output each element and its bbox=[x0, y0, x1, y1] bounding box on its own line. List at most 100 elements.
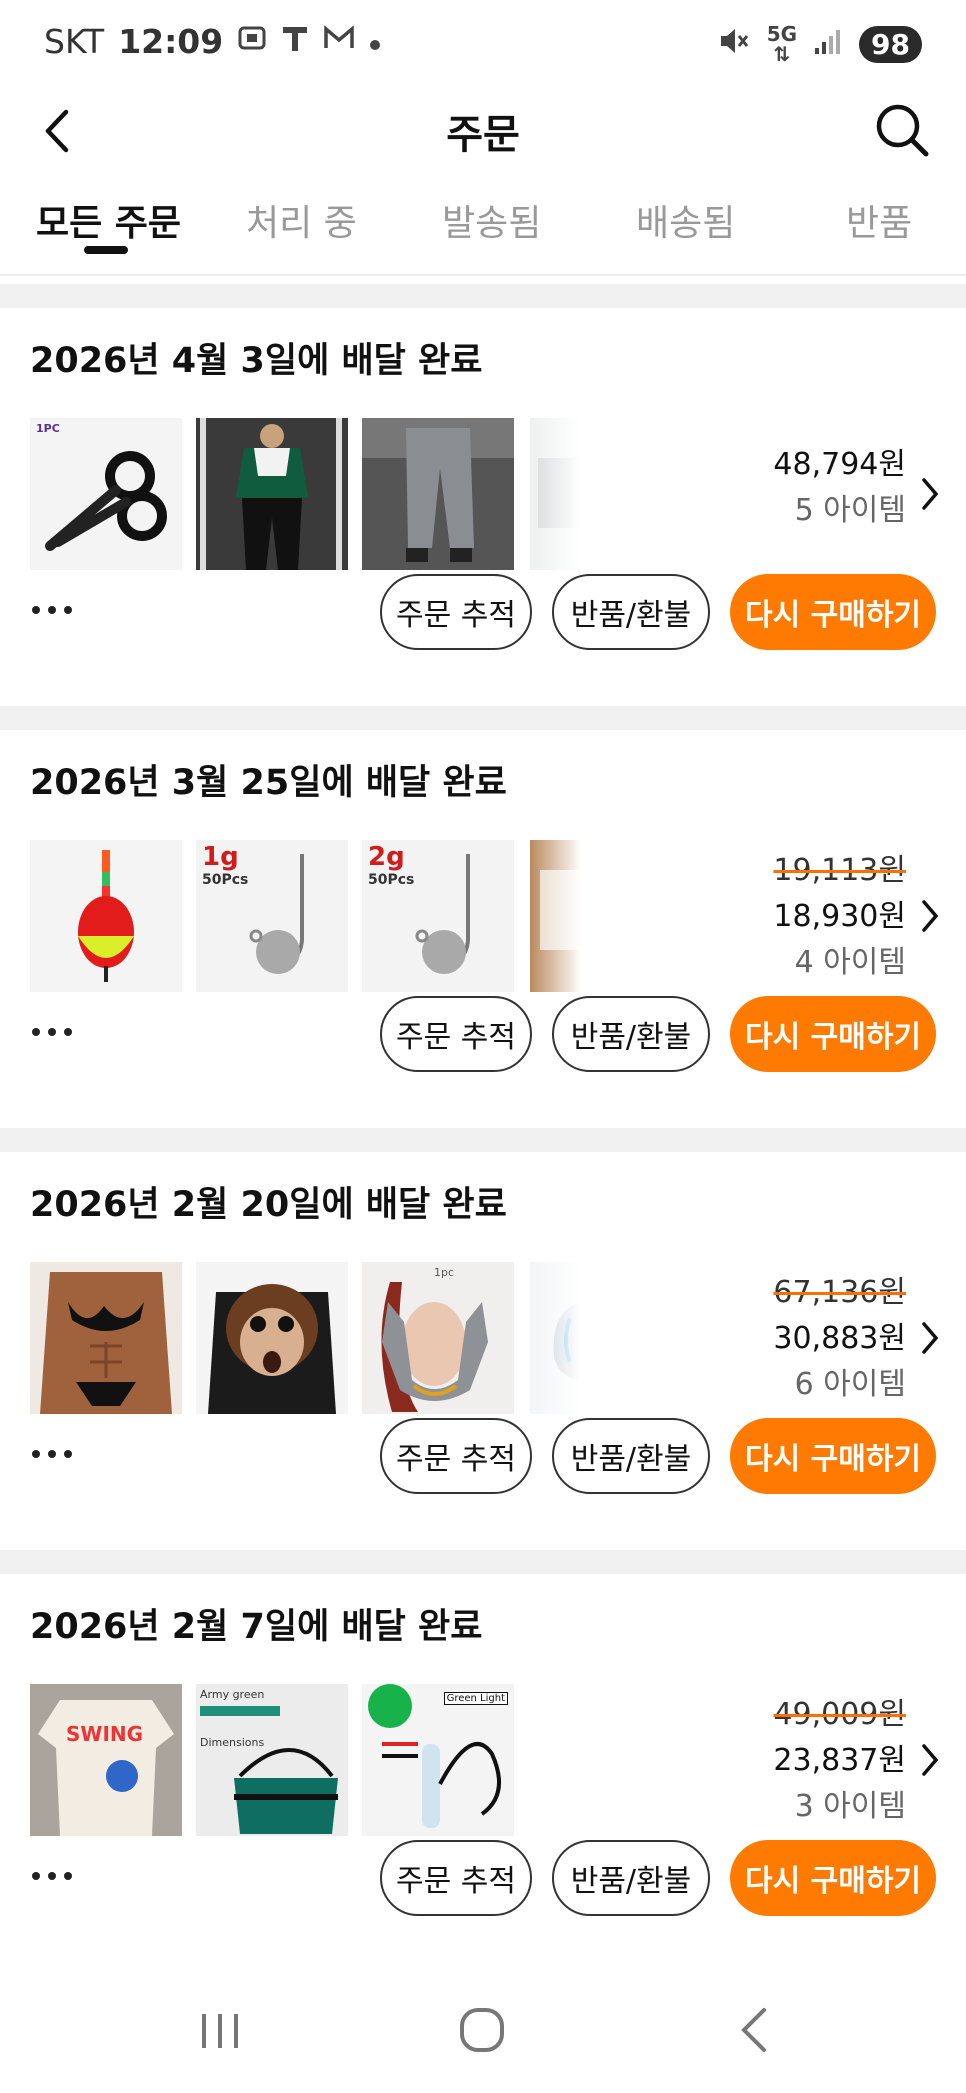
jig-count-label: 50Pcs bbox=[202, 872, 249, 888]
tab-all-orders[interactable]: 모든 주문 bbox=[36, 194, 181, 246]
order-price: 23,837원 bbox=[773, 1743, 906, 1778]
order-delivery-date: 2026년 2월 20일에 배달 완료 bbox=[30, 1185, 507, 1225]
order-delivery-date: 2026년 2월 7일에 배달 완료 bbox=[30, 1607, 483, 1647]
order-card: 2026년 3월 25일에 배달 완료 1g 50Pcs 2g 50Pcs 19… bbox=[0, 730, 966, 1128]
return-refund-button[interactable]: 반품/환불 bbox=[552, 996, 710, 1072]
screenshot-icon bbox=[237, 23, 267, 61]
product-image-tracksuit[interactable] bbox=[196, 418, 348, 570]
bucket-dimensions-label: Dimensions bbox=[200, 1736, 265, 1749]
return-refund-button[interactable]: 반품/환불 bbox=[552, 574, 710, 650]
section-divider bbox=[0, 706, 966, 730]
t-icon bbox=[281, 23, 309, 61]
order-card: 2026년 2월 20일에 배달 완료 1pc 67,136원 30,883원 … bbox=[0, 1152, 966, 1550]
product-image-face-strap[interactable]: 1pc bbox=[362, 1262, 514, 1414]
chevron-right-icon[interactable] bbox=[920, 1742, 940, 1778]
battery-indicator: 98 bbox=[859, 25, 922, 63]
more-options-button[interactable] bbox=[30, 600, 76, 620]
page-title: 주문 bbox=[446, 112, 520, 158]
active-tab-indicator bbox=[84, 246, 128, 254]
product-image-green-light[interactable]: Green Light bbox=[362, 1684, 514, 1836]
chevron-right-icon[interactable] bbox=[920, 1320, 940, 1356]
clock: 12:09 bbox=[118, 22, 224, 61]
original-price: 49,009원 bbox=[773, 1697, 906, 1732]
thumbnail-fade bbox=[530, 418, 590, 570]
section-divider bbox=[0, 1550, 966, 1574]
search-icon bbox=[876, 104, 929, 157]
product-thumbnails[interactable]: 1pc bbox=[30, 1262, 590, 1414]
item-count: 3 아이템 bbox=[794, 1789, 906, 1824]
thumb-caption: 1PC bbox=[36, 422, 60, 435]
product-image-fishing-float[interactable] bbox=[30, 840, 182, 992]
order-delivery-date: 2026년 4월 3일에 배달 완료 bbox=[30, 341, 483, 381]
more-options-button[interactable] bbox=[30, 1444, 76, 1464]
track-order-button[interactable]: 주문 추적 bbox=[380, 1840, 532, 1916]
recent-apps-button[interactable] bbox=[190, 2000, 250, 2060]
order-summary[interactable]: 49,009원 23,837원 3 아이템 bbox=[773, 1692, 906, 1830]
scissors-icon bbox=[45, 451, 167, 551]
more-options-button[interactable] bbox=[30, 1022, 76, 1042]
buy-again-button[interactable]: 다시 구매하기 bbox=[730, 1840, 936, 1916]
order-status-tabs: 모든 주문 처리 중 발송됨 배송됨 반품 bbox=[0, 180, 966, 276]
product-image-grey-pants[interactable] bbox=[362, 418, 514, 570]
face-product-count: 1pc bbox=[434, 1266, 455, 1279]
product-image-monkey-tshirt[interactable] bbox=[196, 1262, 348, 1414]
product-image-swing-tshirt[interactable]: SWING bbox=[30, 1684, 182, 1836]
product-thumbnails[interactable]: SWING Army green Dimensions Green Light bbox=[30, 1684, 590, 1836]
return-refund-button[interactable]: 반품/환불 bbox=[552, 1840, 710, 1916]
chevron-right-icon[interactable] bbox=[920, 476, 940, 512]
item-count: 6 아이템 bbox=[794, 1367, 906, 1402]
order-card: 2026년 2월 7일에 배달 완료 SWING Army green Dime… bbox=[0, 1574, 966, 1972]
order-summary[interactable]: 67,136원 30,883원 6 아이템 bbox=[773, 1270, 906, 1408]
section-divider bbox=[0, 284, 966, 308]
more-options-button[interactable] bbox=[30, 1866, 76, 1886]
jig-weight-label: 1g bbox=[202, 842, 239, 872]
tab-shipped[interactable]: 발송됨 bbox=[442, 194, 541, 246]
bucket-color-label: Army green bbox=[200, 1688, 265, 1701]
track-order-button[interactable]: 주문 추적 bbox=[380, 1418, 532, 1494]
tab-delivered[interactable]: 배송됨 bbox=[636, 194, 735, 246]
buy-again-button[interactable]: 다시 구매하기 bbox=[730, 996, 936, 1072]
network-5g-icon: 5G ⇅ bbox=[766, 22, 798, 66]
product-thumbnails[interactable]: 1g 50Pcs 2g 50Pcs bbox=[30, 840, 590, 992]
jig-weight-label: 2g bbox=[368, 842, 405, 872]
search-button[interactable] bbox=[872, 100, 932, 160]
product-image-fishing-bucket[interactable]: Army green Dimensions bbox=[196, 1684, 348, 1836]
system-navigation-bar bbox=[0, 1970, 966, 2093]
green-light-label: Green Light bbox=[443, 1692, 508, 1705]
track-order-button[interactable]: 주문 추적 bbox=[380, 574, 532, 650]
buy-again-button[interactable]: 다시 구매하기 bbox=[730, 1418, 936, 1494]
order-price: 48,794원 bbox=[773, 447, 906, 482]
tab-processing[interactable]: 처리 중 bbox=[246, 194, 357, 246]
order-delivery-date: 2026년 3월 25일에 배달 완료 bbox=[30, 763, 507, 803]
order-price: 30,883원 bbox=[773, 1321, 906, 1356]
order-summary[interactable]: 19,113원 18,930원 4 아이템 bbox=[773, 848, 906, 986]
return-refund-button[interactable]: 반품/환불 bbox=[552, 1418, 710, 1494]
jig-count-label: 50Pcs bbox=[368, 872, 415, 888]
thumbnail-fade bbox=[530, 1262, 590, 1414]
swing-label: SWING bbox=[66, 1722, 144, 1746]
product-thumbnails[interactable]: 1PC bbox=[30, 418, 590, 570]
app-header: 주문 bbox=[0, 90, 966, 170]
home-icon bbox=[460, 2008, 504, 2052]
item-count: 4 아이템 bbox=[794, 945, 906, 980]
section-divider bbox=[0, 1128, 966, 1152]
product-image-muscle-tshirt[interactable] bbox=[30, 1262, 182, 1414]
tab-returns[interactable]: 반품 bbox=[846, 194, 912, 246]
track-order-button[interactable]: 주문 추적 bbox=[380, 996, 532, 1072]
order-card: 2026년 4월 3일에 배달 완료 1PC 48,794원 5 아이템 주문 … bbox=[0, 308, 966, 706]
signal-icon bbox=[813, 26, 843, 63]
network-label: 5G bbox=[766, 22, 798, 46]
order-price: 18,930원 bbox=[773, 899, 906, 934]
chevron-right-icon[interactable] bbox=[920, 898, 940, 934]
product-image-jig-head-1g[interactable]: 1g 50Pcs bbox=[196, 840, 348, 992]
original-price: 19,113원 bbox=[773, 853, 906, 888]
back-chevron-icon bbox=[741, 2008, 766, 2052]
buy-again-button[interactable]: 다시 구매하기 bbox=[730, 574, 936, 650]
original-price: 67,136원 bbox=[773, 1275, 906, 1310]
product-image-jig-head-2g[interactable]: 2g 50Pcs bbox=[362, 840, 514, 992]
home-button[interactable] bbox=[452, 2000, 512, 2060]
order-summary[interactable]: 48,794원 5 아이템 bbox=[773, 442, 906, 534]
thumbnail-fade bbox=[530, 840, 590, 992]
product-image-scissors[interactable]: 1PC bbox=[30, 418, 182, 570]
system-back-button[interactable] bbox=[726, 2000, 786, 2060]
